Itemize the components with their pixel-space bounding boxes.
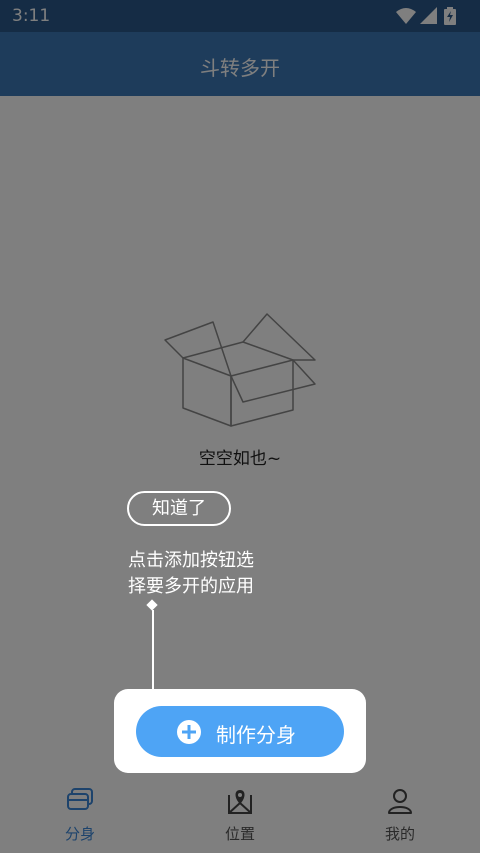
guide-hint-line-2: 择要多开的应用	[128, 576, 254, 597]
make-clone-label: 制作分身	[216, 723, 296, 747]
got-it-button[interactable]: 知道了	[127, 491, 231, 526]
guide-pointer-line	[152, 610, 154, 689]
guide-hint-line-1: 点击添加按钮选	[128, 550, 254, 571]
make-clone-button[interactable]: 制作分身	[136, 706, 344, 757]
plus-circle-icon	[177, 720, 201, 744]
guide-hint: 点击添加按钮选 择要多开的应用	[128, 548, 318, 600]
